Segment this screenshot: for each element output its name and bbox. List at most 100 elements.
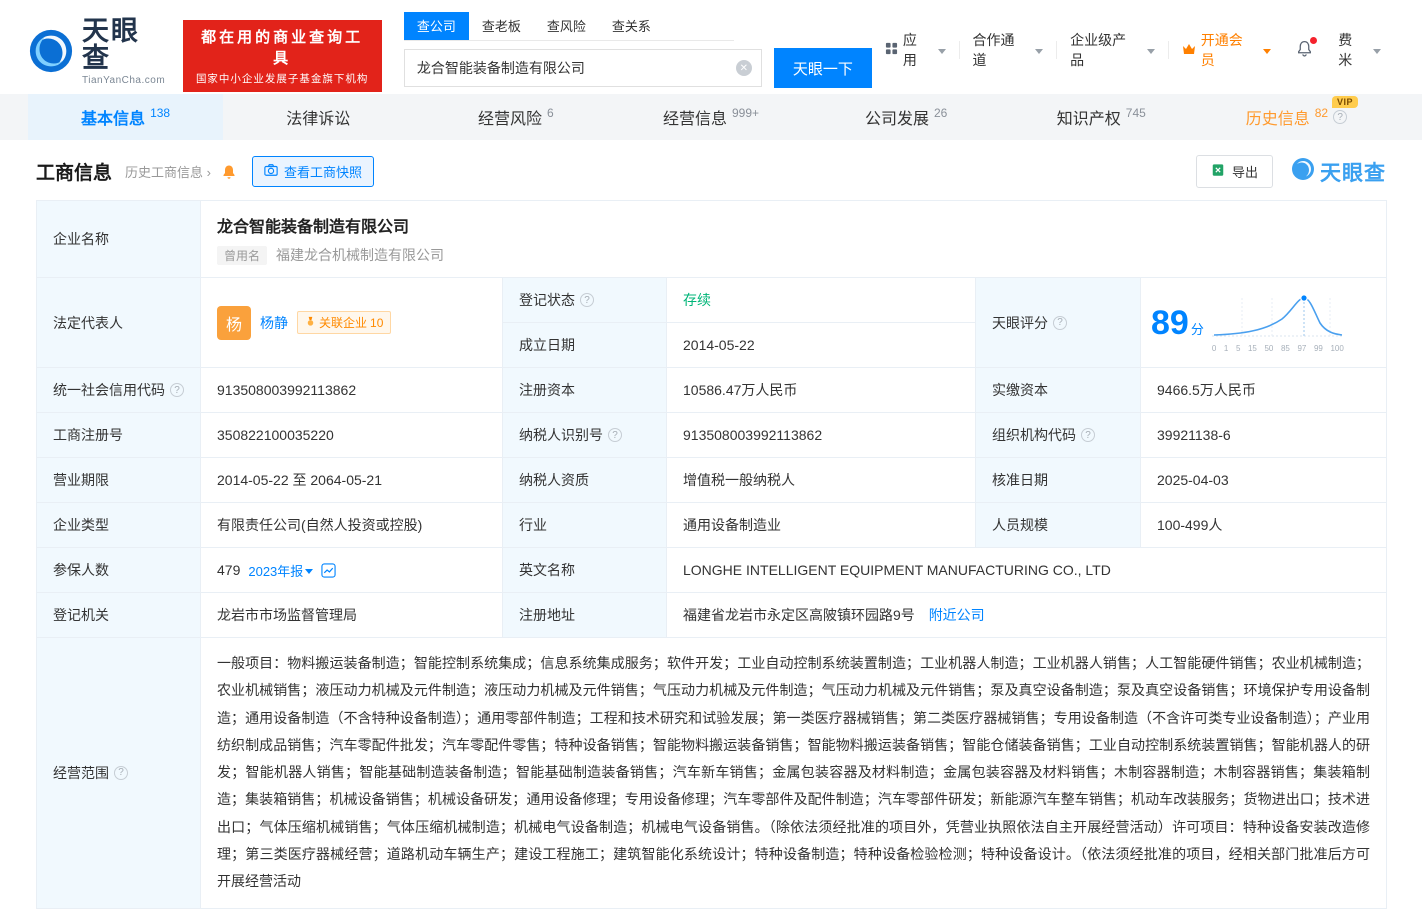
excel-icon [1211,163,1225,180]
menu-user-label: 费米 [1338,32,1353,68]
search-area: 查公司 查老板 查风险 查关系 ✕ 天眼一下 [403,12,872,88]
tab-business-info[interactable]: 经营信息 999+ [613,94,808,140]
insured-trend-icon[interactable] [321,562,336,578]
score-distribution-chart: 0 1 5 15 50 85 97 99 100 [1211,292,1344,353]
reg-capital-value: 10586.47万人民币 [666,367,976,413]
paid-capital-value: 9466.5万人民币 [1139,367,1388,413]
menu-enterprise[interactable]: 企业级产品 [1057,32,1169,68]
former-name-tag: 曾用名 [217,245,268,265]
chevron-down-icon [1146,48,1155,58]
history-business-info-link[interactable]: 历史工商信息 › [125,162,211,181]
chevron-down-icon [1263,48,1272,58]
menu-vip[interactable]: 开通会员 [1169,32,1285,68]
menu-apps[interactable]: 应用 [872,32,960,68]
reg-address-value: 福建省龙岩市永定区高陂镇环园路9号 附近公司 [665,592,1388,638]
reg-number-label: 工商注册号 [36,412,201,458]
company-name: 龙合智能装备制造有限公司 [217,219,410,236]
header-menu: 应用 合作通道 企业级产品 开通会员 费米 [872,30,1394,70]
search-tab-risk[interactable]: 查风险 [534,12,599,40]
score-tick: 50 [1264,344,1274,353]
tab-basic-info[interactable]: 基本信息 138 [28,94,224,140]
search-tabs: 查公司 查老板 查风险 查关系 [403,12,734,41]
help-icon[interactable]: ? [170,383,184,397]
tianyancha-watermark: 天眼查 [1291,157,1386,187]
score-label: 天眼评分? [975,277,1141,368]
help-icon[interactable]: ? [1053,315,1067,330]
snapshot-button[interactable]: 查看工商快照 [251,156,374,187]
chevron-down-icon [1373,48,1381,58]
search-tab-relation[interactable]: 查关系 [599,12,664,40]
notification-dot [1310,37,1318,44]
score-tick: 15 [1247,344,1257,353]
score-number: 89 分 [1151,303,1204,342]
status-badge: 存续 [683,292,711,308]
help-icon[interactable]: ? [608,428,622,442]
reg-authority-value: 龙岩市市场监督管理局 [200,592,503,638]
menu-partner[interactable]: 合作通道 [960,32,1058,68]
insured-count-label: 参保人数 [36,547,201,593]
search-tab-company[interactable]: 查公司 [403,12,469,40]
business-scope-label: 经营范围? [36,637,201,909]
chevron-down-icon [937,48,946,58]
company-nav-tabs: 基本信息 138 法律诉讼 经营风险 6 经营信息 999+ 公司发展 26 知识产权 7… [0,94,1422,140]
establish-date-label: 成立日期 [502,322,667,368]
taxpayer-id-label: 纳税人识别号? [502,412,667,458]
establish-date-value: 2014-05-22 [666,322,976,368]
tab-legal-litigation[interactable]: 法律诉讼 [223,94,418,140]
menu-enterprise-label: 企业级产品 [1070,32,1127,68]
notification-bell[interactable] [1284,37,1325,60]
search-button[interactable]: 天眼一下 [773,48,872,88]
brand-domain: TianYanCha.com [82,75,166,86]
help-icon[interactable]: ? [1333,110,1348,124]
score-tick: 99 [1313,344,1323,353]
table-row: 企业类型 有限责任公司(自然人投资或控股) 行业 通用设备制造业 人员规模 10… [36,502,1388,548]
legal-rep-label: 法定代表人 [36,277,201,368]
score-tick: 100 [1330,344,1344,353]
export-button[interactable]: 导出 [1195,155,1273,188]
clear-icon[interactable]: ✕ [735,60,752,76]
related-companies-tag[interactable]: 关联企业 10 [297,311,392,334]
score-axis-ticks: 0 1 5 15 50 85 97 99 100 [1212,344,1344,353]
menu-partner-label: 合作通道 [972,32,1015,68]
help-icon[interactable]: ? [1081,428,1095,442]
table-row: 经营范围? 一般项目：物料搬运装备制造；智能控制系统集成；信息系统集成服务；软件… [36,637,1388,909]
company-type-value: 有限责任公司(自然人投资或控股) [200,502,503,548]
tab-history-info[interactable]: VIP 历史信息 82 ? [1199,94,1394,140]
help-icon[interactable]: ? [580,293,594,307]
menu-apps-label: 应用 [902,32,917,68]
business-term-value: 2014-05-22 至 2064-05-21 [200,457,503,503]
slogan-line1: 都在用的商业查询工具 [201,29,364,67]
paid-capital-label: 实缴资本 [975,367,1141,413]
chevron-down-icon [305,568,314,578]
search-tab-boss[interactable]: 查老板 [469,12,534,40]
tianyancha-logo[interactable]: 天眼查 TianYanCha.com [28,18,169,86]
subscribe-bell-icon[interactable] [221,164,237,180]
tab-company-development[interactable]: 公司发展 26 [809,94,1004,140]
score-tick: 97 [1297,344,1307,353]
legal-rep-avatar[interactable]: 杨 [217,305,251,340]
table-row: 工商注册号 350822100035220 纳税人识别号? 9135080039… [36,412,1388,458]
reg-number-value: 350822100035220 [200,412,503,458]
section-bar: 工商信息 历史工商信息 › 查看工商快照 导出 天眼查 [36,155,1386,188]
credit-code-value: 913508003992113862 [200,367,503,413]
help-icon[interactable]: ? [114,765,128,780]
org-code-value: 39921138-6 [1139,412,1388,458]
menu-user[interactable]: 费米 [1325,32,1394,68]
score-value[interactable]: 89 分 0 1 5 15 50 85 97 99 100 [1139,277,1388,368]
table-row: 统一社会信用代码? 913508003992113862 注册资本 10586.… [36,367,1388,413]
reg-authority-label: 登记机关 [36,592,201,638]
industry-label: 行业 [502,502,667,548]
company-type-label: 企业类型 [36,502,201,548]
tab-operating-risk[interactable]: 经营风险 6 [418,94,613,140]
nearby-companies-link[interactable]: 附近公司 [929,607,985,623]
taxpayer-quality-label: 纳税人资质 [502,457,667,503]
table-row: 登记机关 龙岩市市场监督管理局 注册地址 福建省龙岩市永定区高陂镇环园路9号 附… [36,592,1388,638]
slogan-banner: 都在用的商业查询工具 国家中小企业发展子基金旗下机构 [182,20,382,92]
menu-vip-label: 开通会员 [1200,32,1243,68]
search-input[interactable] [403,49,762,87]
staff-size-label: 人员规模 [975,502,1141,548]
score-tick: 0 [1211,344,1217,353]
tab-intellectual-property[interactable]: 知识产权 745 [1004,94,1199,140]
annual-report-link[interactable]: 2023年报 [248,561,314,580]
legal-rep-link[interactable]: 杨静 [260,313,288,333]
